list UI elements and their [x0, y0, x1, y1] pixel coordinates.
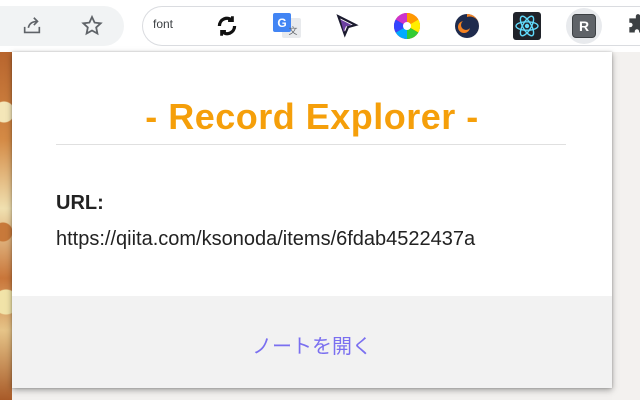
background-page — [612, 52, 640, 400]
record-explorer-icon[interactable]: R — [568, 10, 600, 42]
font-extension[interactable]: font — [153, 17, 173, 31]
open-note-link[interactable]: ノートを開く — [12, 330, 612, 359]
sync-arrows-icon[interactable] — [211, 10, 243, 42]
share-icon[interactable] — [14, 8, 50, 44]
svg-text:文: 文 — [288, 25, 297, 36]
url-value: https://qiita.com/ksonoda/items/6fdab452… — [56, 228, 476, 250]
popup-title: - Record Explorer - — [145, 96, 479, 137]
star-icon[interactable] — [74, 8, 110, 44]
browser-toolbar: font G 文 R — [0, 0, 640, 52]
crescent-logo-icon[interactable] — [451, 10, 483, 42]
record-explorer-badge: R — [572, 14, 596, 38]
cursor-arrow-icon[interactable] — [331, 10, 363, 42]
background-photo — [0, 52, 12, 400]
svg-text:G: G — [277, 16, 286, 30]
color-wheel-icon[interactable] — [391, 10, 423, 42]
background-page-bottom — [12, 388, 612, 400]
url-label: URL: — [56, 192, 104, 214]
browser-window: font G 文 R - Record Explorer - URL: http… — [0, 0, 640, 400]
title-divider — [56, 144, 566, 145]
google-translate-icon[interactable]: G 文 — [271, 10, 303, 42]
puzzle-icon[interactable] — [622, 10, 640, 42]
record-explorer-popup: - Record Explorer - URL: https://qiita.c… — [12, 52, 612, 388]
react-atom-icon[interactable] — [511, 10, 543, 42]
popup-footer: ノートを開く — [12, 296, 612, 388]
